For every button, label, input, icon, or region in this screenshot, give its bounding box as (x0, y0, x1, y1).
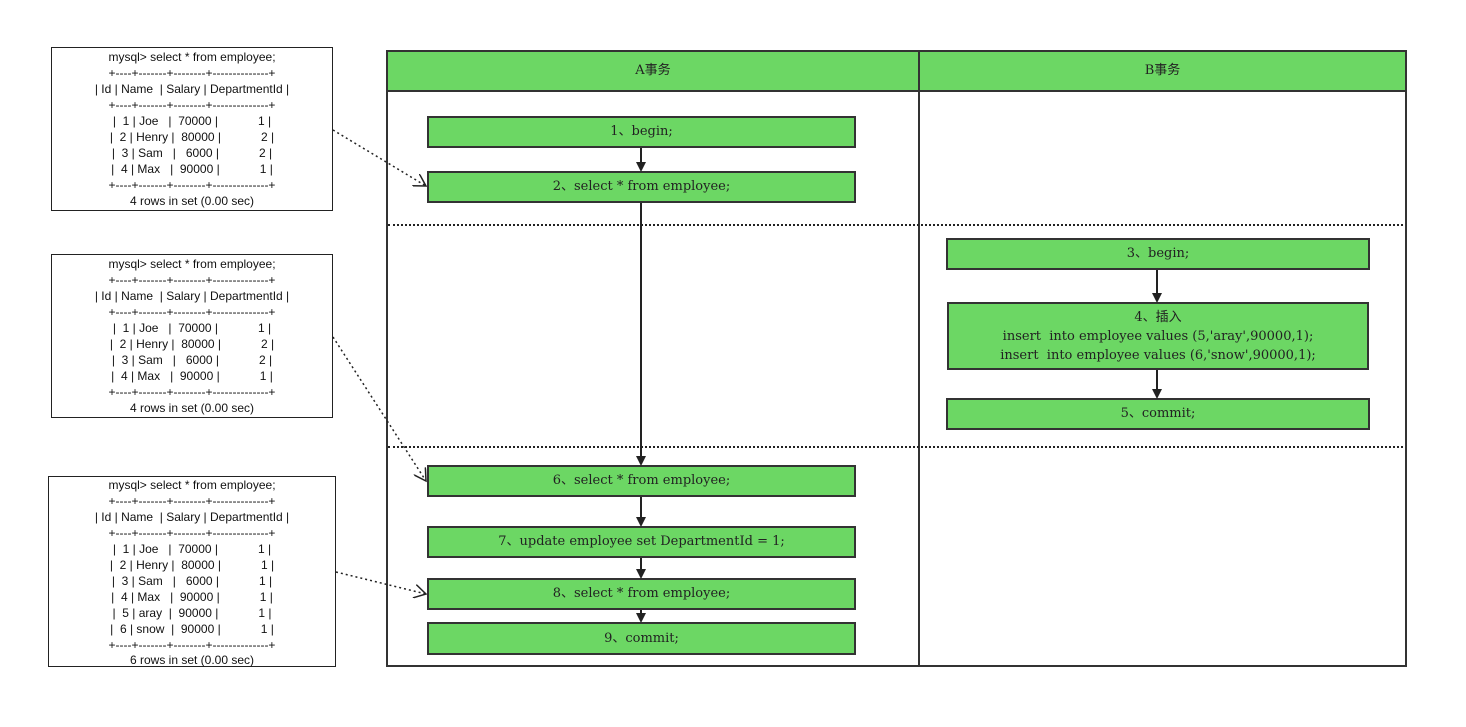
connectors (332, 129, 1162, 623)
dotted-link-result-1 (332, 129, 426, 186)
dotted-link-result-2 (332, 336, 426, 481)
dotted-link-result-3 (335, 571, 426, 594)
